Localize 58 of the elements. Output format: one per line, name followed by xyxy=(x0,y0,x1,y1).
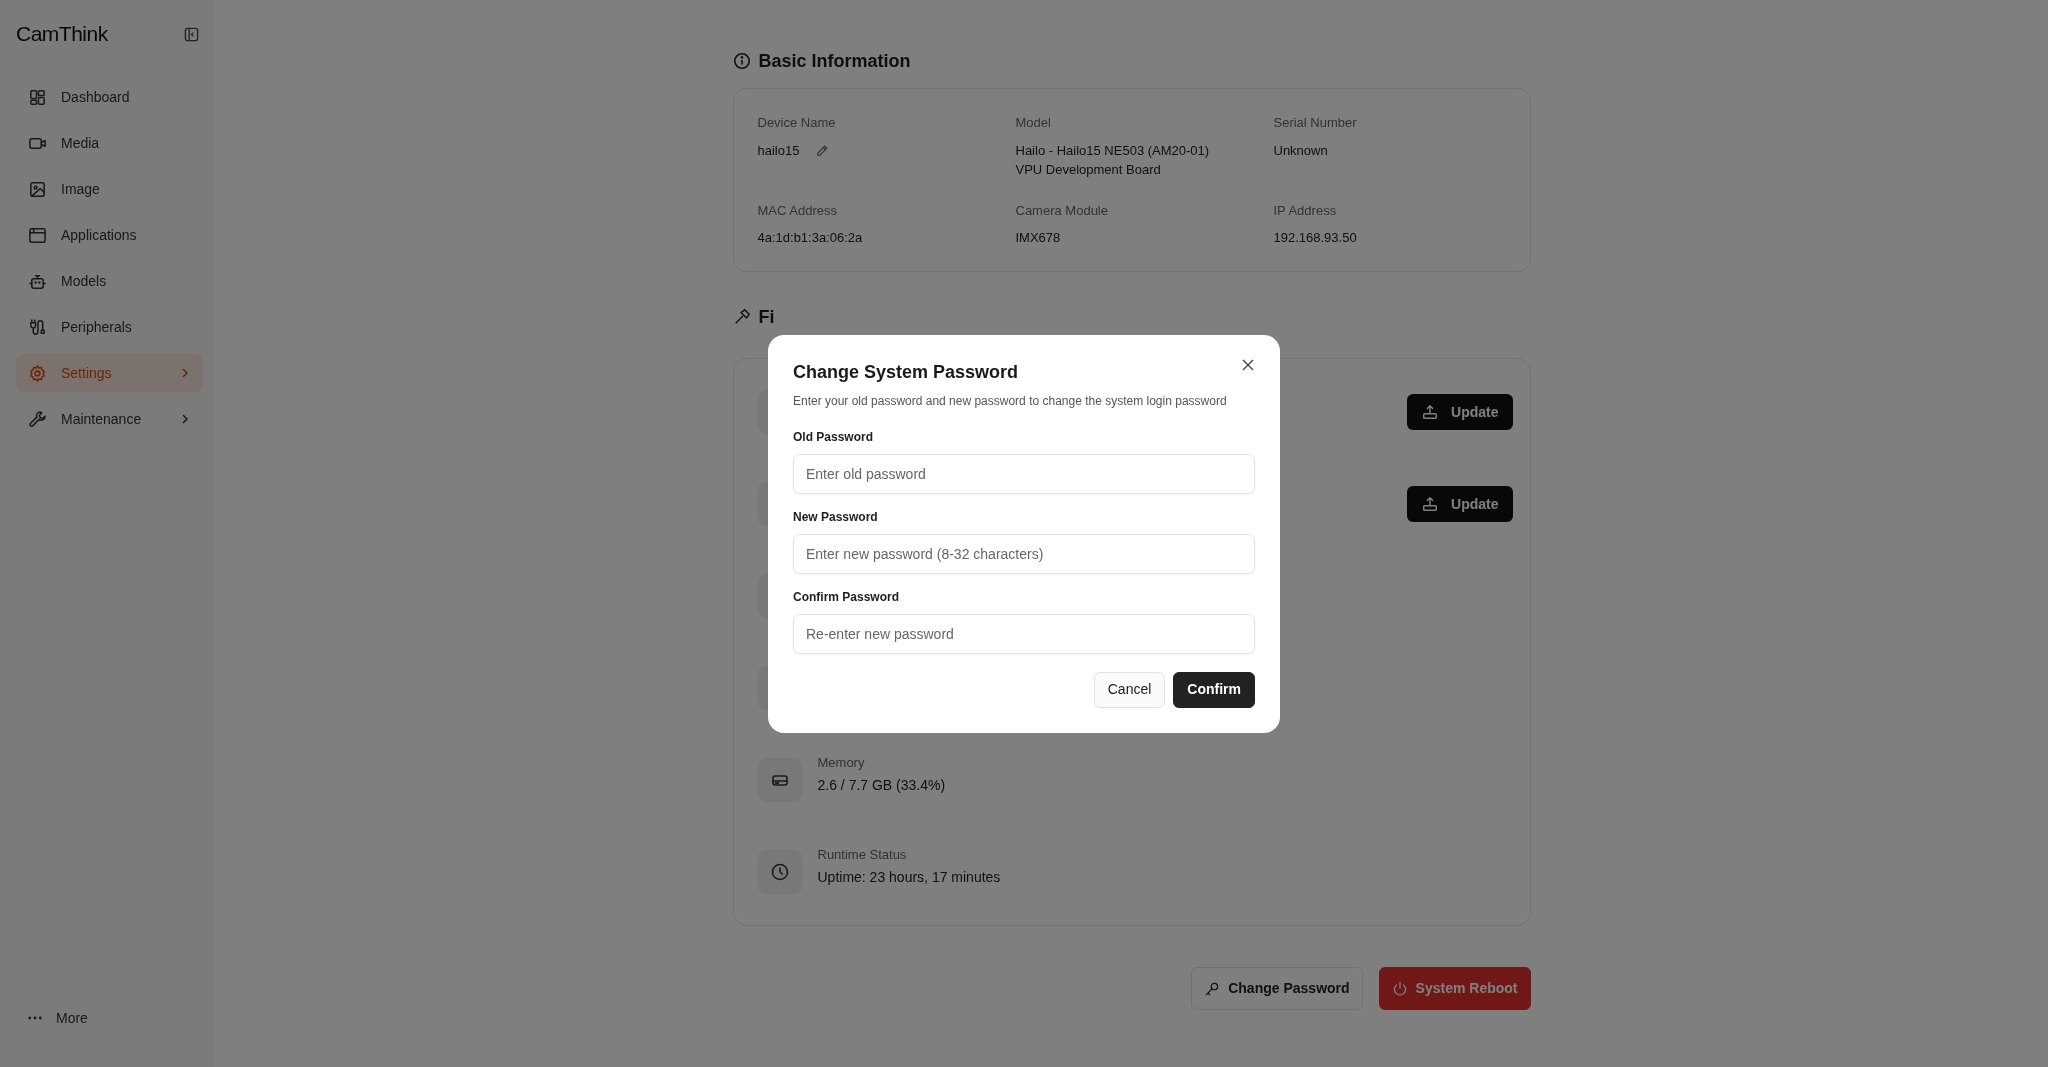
info-value: 2.6 / 7.7 GB (33.4%) xyxy=(817,776,946,796)
hammer-icon xyxy=(732,308,751,326)
sidebar-toggle-icon[interactable] xyxy=(184,26,199,42)
password-field[interactable]: Enter old password xyxy=(793,453,1255,494)
sidebar-item[interactable]: Settings xyxy=(16,354,203,392)
field-value: hailo15 xyxy=(757,141,800,160)
sidebar-item[interactable]: Maintenance xyxy=(16,400,203,438)
field-label: New Password xyxy=(793,508,879,526)
field-label: Serial Number xyxy=(1273,114,1358,132)
section-title: Basic Information xyxy=(758,50,911,72)
sidebar-item[interactable]: Media xyxy=(16,124,203,162)
password-field[interactable]: Re-enter new password xyxy=(793,613,1255,654)
field-value: 4a:1d:b1:3a:06:2a xyxy=(757,229,863,247)
wrench-icon xyxy=(28,409,47,429)
field-label: Old Password xyxy=(793,428,875,446)
gear-icon xyxy=(28,363,47,383)
update-button[interactable]: Update xyxy=(1407,394,1513,430)
password-field[interactable]: Enter new password (8-32 characters) xyxy=(793,533,1255,574)
more-menu-item[interactable]: More xyxy=(16,999,203,1037)
info-label: Runtime Status xyxy=(817,845,908,864)
dialog-description: Enter your old password and new password to change the system login password xyxy=(793,392,1228,410)
field-value: IMX678 xyxy=(1015,229,1061,247)
field-label: Camera Module xyxy=(1015,201,1109,220)
cancel-button[interactable]: Cancel xyxy=(1093,671,1166,708)
sidebar-item[interactable]: Applications xyxy=(16,216,203,254)
key-icon xyxy=(1204,980,1221,997)
info-label: Memory xyxy=(817,753,866,772)
dialog-title: Change System Password xyxy=(793,360,1019,384)
upload-icon xyxy=(1421,495,1440,513)
sidebar-item[interactable]: Dashboard xyxy=(16,78,203,116)
plug-cable-icon xyxy=(28,317,47,337)
logo: CamThink xyxy=(16,22,108,46)
reboot-button[interactable]: System Reboot xyxy=(1378,967,1531,1010)
upload-icon xyxy=(1421,403,1440,421)
image-icon xyxy=(28,179,47,199)
sidebar-item[interactable]: Models xyxy=(16,262,203,300)
browser-window-icon xyxy=(28,225,47,245)
sidebar-item[interactable]: Peripherals xyxy=(16,308,203,346)
clock-icon xyxy=(769,862,790,882)
change-password-button[interactable]: Change Password xyxy=(1191,967,1363,1010)
update-button[interactable]: Update xyxy=(1407,486,1513,522)
power-icon xyxy=(1391,980,1408,997)
pencil-icon[interactable] xyxy=(815,143,830,158)
field-label: Device Name xyxy=(757,114,837,132)
field-label: Model xyxy=(1015,114,1052,132)
sidebar-item[interactable]: Image xyxy=(16,170,203,208)
field-label: Confirm Password xyxy=(793,588,901,606)
field-value: 192.168.93.50 xyxy=(1273,229,1357,247)
info-value: Uptime: 23 hours, 17 minutes xyxy=(817,868,1001,888)
field-label: IP Address xyxy=(1273,201,1338,220)
field-label: MAC Address xyxy=(757,201,838,220)
grid-icon xyxy=(28,87,47,107)
confirm-button[interactable]: Confirm xyxy=(1173,671,1255,708)
field-value: Hailo - Hailo15 NE503 (AM20-01) VPU Development Board xyxy=(1015,141,1211,179)
more-dots-icon xyxy=(28,1016,42,1020)
section-title: Fi xyxy=(758,306,775,328)
field-value: Unknown xyxy=(1273,141,1328,160)
info-icon xyxy=(732,52,751,70)
